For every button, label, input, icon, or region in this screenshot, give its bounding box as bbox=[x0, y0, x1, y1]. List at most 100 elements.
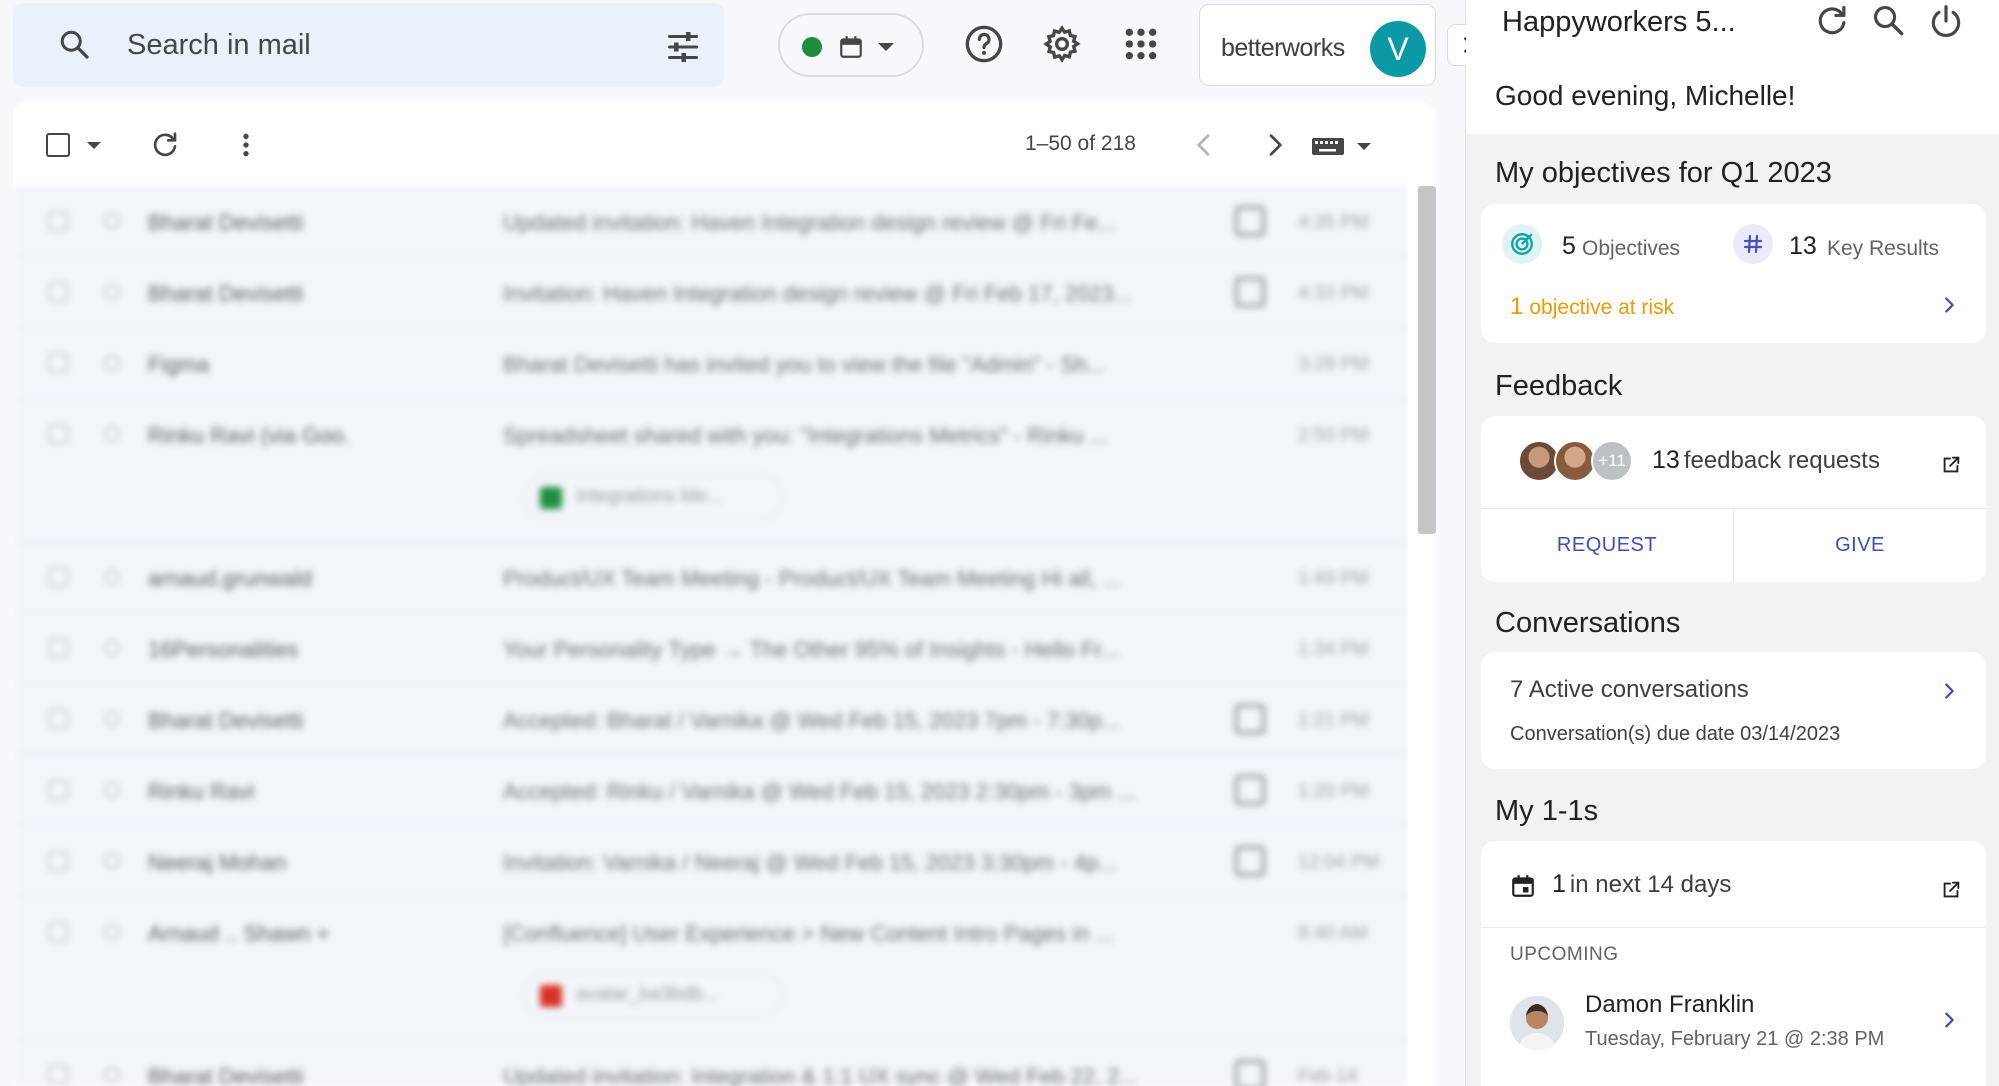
attachment-chip[interactable]: Integrations Me... bbox=[523, 474, 783, 520]
attachment-chip[interactable]: avatar_ba3bdb... bbox=[523, 972, 783, 1018]
row-checkbox[interactable] bbox=[48, 709, 68, 729]
mail-sender: Rinku Ravi (via Goo. bbox=[148, 423, 350, 448]
star-icon[interactable] bbox=[104, 355, 120, 371]
star-icon[interactable] bbox=[104, 1067, 120, 1083]
scrollbar-thumb[interactable] bbox=[1418, 186, 1436, 534]
tune-icon[interactable] bbox=[665, 29, 701, 65]
calendar-event-icon[interactable] bbox=[1235, 775, 1265, 805]
calendar-event-icon[interactable] bbox=[1235, 1060, 1265, 1086]
status-selector[interactable] bbox=[778, 13, 924, 77]
calendar-event-icon[interactable] bbox=[1235, 277, 1265, 307]
star-icon[interactable] bbox=[104, 640, 120, 656]
search-bar[interactable]: Search in mail bbox=[13, 3, 724, 87]
row-checkbox[interactable] bbox=[48, 851, 68, 871]
pagination-range: 1–50 of 218 bbox=[1025, 132, 1136, 155]
calendar-icon bbox=[1512, 875, 1534, 897]
mail-subject: Invitation: Haven Integration design rev… bbox=[503, 281, 1132, 306]
search-icon[interactable] bbox=[1870, 2, 1908, 40]
mail-time: 4:33 PM bbox=[1298, 283, 1369, 304]
chevron-right-icon[interactable] bbox=[1938, 680, 1960, 702]
mail-time: 2:50 PM bbox=[1298, 425, 1369, 446]
chevron-down-icon[interactable] bbox=[87, 142, 101, 149]
more-vert-icon[interactable] bbox=[230, 129, 262, 161]
select-all-checkbox[interactable] bbox=[46, 133, 70, 157]
key-results-label: Key Results bbox=[1827, 237, 1940, 260]
objective-at-risk-link[interactable]: 1 objective at risk bbox=[1510, 293, 1674, 321]
request-feedback-button[interactable]: REQUEST bbox=[1481, 508, 1733, 582]
mail-row[interactable]: Rinku Ravi (via Goo. Spreadsheet shared w… bbox=[13, 399, 1408, 542]
search-icon[interactable] bbox=[57, 27, 93, 63]
apps-icon[interactable] bbox=[1121, 24, 1161, 64]
mail-row[interactable]: Bharat Devisetti Invitation: Haven Integr… bbox=[13, 257, 1408, 328]
account-switcher[interactable]: betterworks V bbox=[1199, 4, 1436, 86]
conversations-due-text: Conversation(s) due date 03/14/2023 bbox=[1510, 723, 1841, 745]
star-icon[interactable] bbox=[104, 924, 120, 940]
avatar[interactable]: V bbox=[1370, 21, 1426, 77]
brand-logo: betterworks bbox=[1221, 34, 1345, 62]
meeting-time: Tuesday, February 21 @ 2:38 PM bbox=[1585, 1028, 1885, 1050]
feedback-title: Feedback bbox=[1495, 370, 1623, 402]
row-checkbox[interactable] bbox=[48, 638, 68, 658]
open-external-icon[interactable] bbox=[1940, 454, 1962, 476]
mail-sender: Bharat Devisetti bbox=[148, 281, 304, 306]
give-feedback-button[interactable]: GIVE bbox=[1734, 508, 1986, 582]
feedback-requests-text: 13 feedback requests bbox=[1652, 446, 1880, 475]
objectives-label: Objectives bbox=[1582, 237, 1681, 260]
mail-sender: Neeraj Mohan bbox=[148, 850, 287, 875]
mail-time: 4:35 PM bbox=[1298, 212, 1369, 233]
chevron-left-icon[interactable] bbox=[1188, 129, 1220, 161]
mail-sender: Bharat Devisetti bbox=[148, 708, 304, 733]
row-checkbox[interactable] bbox=[48, 353, 68, 373]
star-icon[interactable] bbox=[104, 213, 120, 229]
calendar-event-icon[interactable] bbox=[1235, 704, 1265, 734]
star-icon[interactable] bbox=[104, 782, 120, 798]
row-checkbox[interactable] bbox=[48, 424, 68, 444]
star-icon[interactable] bbox=[104, 426, 120, 442]
row-checkbox[interactable] bbox=[48, 211, 68, 231]
settings-icon[interactable] bbox=[1042, 24, 1082, 64]
mail-subject: Accepted: Rinku / Varnika @ Wed Feb 15, … bbox=[503, 779, 1136, 804]
mail-time: 12:04 PM bbox=[1298, 852, 1380, 873]
row-checkbox[interactable] bbox=[48, 780, 68, 800]
star-icon[interactable] bbox=[104, 569, 120, 585]
calendar-event-icon[interactable] bbox=[1235, 846, 1265, 876]
star-icon[interactable] bbox=[104, 284, 120, 300]
mail-sender: Rinku Ravi bbox=[148, 779, 255, 804]
mail-row[interactable]: Neeraj Mohan Invitation: Varnika / Neeraj… bbox=[13, 826, 1408, 897]
mail-row[interactable]: Figma Bharat Devisetti has invited you to… bbox=[13, 328, 1408, 399]
keyboard-icon[interactable] bbox=[1311, 135, 1383, 157]
open-external-icon[interactable] bbox=[1940, 879, 1962, 901]
refresh-icon[interactable] bbox=[149, 129, 181, 161]
row-checkbox[interactable] bbox=[48, 1065, 68, 1085]
help-icon[interactable] bbox=[964, 24, 1004, 64]
power-icon[interactable] bbox=[1927, 2, 1965, 40]
conversations-card[interactable]: 7 Active conversations Conversation(s) d… bbox=[1481, 652, 1986, 769]
addon-title: Happyworkers 5... bbox=[1502, 6, 1736, 38]
chevron-right-icon[interactable] bbox=[1938, 1009, 1960, 1031]
row-checkbox[interactable] bbox=[48, 922, 68, 942]
mail-row[interactable]: Bharat Devisetti Accepted: Bharat / Varni… bbox=[13, 684, 1408, 755]
mail-subject: Updated invitation: Integration & 1:1 UX… bbox=[503, 1064, 1138, 1086]
objectives-card[interactable]: 5 Objectives 13 Key Results 1 objective a… bbox=[1481, 204, 1986, 343]
mail-row[interactable]: Bharat Devisetti Updated invitation: Have… bbox=[13, 186, 1408, 257]
addon-side-panel: Happyworkers 5... Good evening, Michelle… bbox=[1466, 0, 1999, 1086]
mail-row[interactable]: arnaud.grunwald Product/UX Team Meeting -… bbox=[13, 542, 1408, 613]
conversations-title: Conversations bbox=[1495, 607, 1681, 639]
mail-row[interactable]: Bharat Devisetti Updated invitation: Inte… bbox=[13, 1040, 1408, 1086]
chevron-right-icon[interactable] bbox=[1259, 129, 1291, 161]
divider bbox=[1481, 927, 1986, 928]
row-checkbox[interactable] bbox=[48, 567, 68, 587]
chevron-right-icon[interactable] bbox=[1938, 294, 1960, 316]
mail-row[interactable]: 16Personalities Your Personality Type → T… bbox=[13, 613, 1408, 684]
star-icon[interactable] bbox=[104, 853, 120, 869]
attachment-name: avatar_ba3bdb... bbox=[576, 984, 719, 1005]
star-icon[interactable] bbox=[104, 711, 120, 727]
mail-sender: arnaud.grunwald bbox=[148, 566, 312, 591]
refresh-icon[interactable] bbox=[1813, 2, 1851, 40]
search-input[interactable]: Search in mail bbox=[127, 29, 311, 62]
mail-time: 8:40 AM bbox=[1298, 923, 1368, 944]
row-checkbox[interactable] bbox=[48, 282, 68, 302]
mail-row[interactable]: Arnaud .. Shawn + [Confluence] User Exper… bbox=[13, 897, 1408, 1040]
calendar-event-icon[interactable] bbox=[1235, 206, 1265, 236]
mail-row[interactable]: Rinku Ravi Accepted: Rinku / Varnika @ We… bbox=[13, 755, 1408, 826]
